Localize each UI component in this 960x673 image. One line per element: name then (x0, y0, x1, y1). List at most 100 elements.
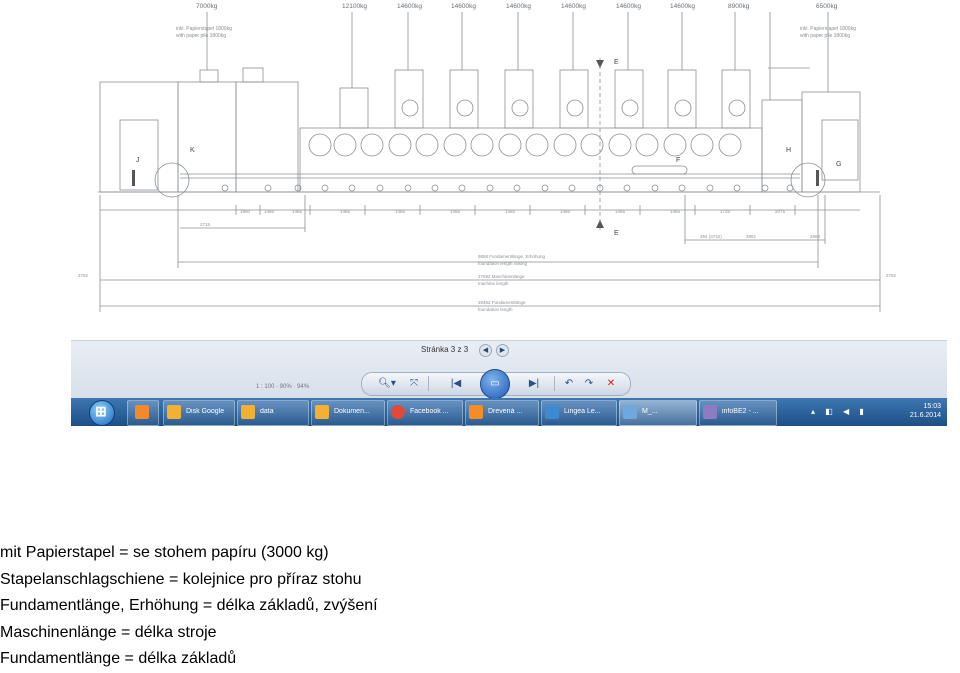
dim-left-end: 2762 (78, 273, 89, 278)
marker-f: F (676, 157, 680, 164)
toolbar-divider (428, 376, 429, 391)
glossary-line: Fundamentlänge = délka základů (0, 650, 237, 667)
taskbar-item-label: Lingea Le... (564, 408, 601, 415)
foundation-bolts (221, 184, 794, 192)
slideshow-icon: ▭ (490, 378, 500, 389)
tray-icons[interactable]: ▴ ◧ ◀︎ ▮ (811, 407, 868, 416)
image-viewer-icon (623, 405, 637, 419)
dim-segment: 1735 (720, 209, 731, 214)
feeder-unit (99, 81, 179, 193)
taskbar-item-label: Facebook ... (410, 408, 449, 415)
rotate-left-button[interactable]: ↶ (562, 376, 576, 391)
chrome-icon (391, 405, 405, 419)
taskbar-item[interactable]: Dokumen... (311, 400, 385, 426)
weight-label: 6500kg (816, 3, 838, 10)
folder-icon (315, 405, 329, 419)
right-note: inkl. Papierstapel 1800kg (800, 26, 856, 32)
app-icon (703, 405, 717, 419)
taskbar-item-active[interactable]: M_... (619, 400, 697, 426)
marker-j: J (136, 157, 140, 164)
zoom-status: 1 : 100 · 90% · 94% (256, 384, 310, 390)
slideshow-button[interactable]: ▭ (480, 369, 510, 399)
weight-label: 12100kg (342, 3, 367, 10)
weight-label: 14600kg (451, 3, 476, 10)
rotate-left-icon: ↶ (564, 378, 574, 389)
dim-segment: 1465 (670, 209, 681, 214)
document-viewer-toolbar: Stránka 3 z 3 ◀ ▶ 1 : 100 · 90% · 94% 🔍︎… (71, 340, 947, 399)
taskbar-item[interactable]: data (237, 400, 309, 426)
dim-segment: 1465 (560, 209, 571, 214)
media-player-icon (135, 405, 149, 419)
left-note: inkl. Papierstapel 1800kg (176, 26, 232, 32)
taskbar-item-label: Disk Google (186, 408, 225, 415)
weight-label: 8900kg (728, 3, 750, 10)
viewer-toolbar: 🔍︎▾ ⤧ |◀ ▭ ▶| ↶ ↷ ✕ (361, 369, 631, 399)
dim-machine-length-en: machine length (478, 281, 509, 286)
weight-label: 7000kg (196, 3, 218, 10)
dim-fundament-raising-en: foundation length raising (478, 261, 528, 266)
next-page-button[interactable]: ▶ (496, 344, 509, 357)
taskbar-item[interactable]: infoBE2 - ... (699, 400, 777, 426)
marker-e-top: E (614, 59, 619, 66)
chevron-right-icon: ▶ (499, 347, 506, 354)
next-button[interactable]: ▶| (520, 376, 548, 391)
marker-h: H (786, 147, 791, 154)
glossary-line: Maschinenlänge = délka stroje (0, 623, 217, 641)
glossary-line: Fundamentlänge, Erhöhung = délka základů… (0, 597, 378, 614)
delete-button[interactable]: ✕ (604, 376, 618, 391)
fit-icon: ⤧ (410, 378, 418, 389)
dim-fundament-raising: 9858 Fundamentlänge, Erhöhung (478, 254, 546, 259)
taskbar-item-label: infoBE2 - ... (722, 408, 759, 415)
taskbar-item-label: Dokumen... (334, 408, 370, 415)
folder-icon (241, 405, 255, 419)
folder-icon (167, 405, 181, 419)
office-icon (469, 405, 483, 419)
chevron-left-icon: ◀ (482, 347, 489, 354)
paper-pile (119, 119, 159, 191)
dim-right-group: 284 (3742) (700, 234, 722, 239)
rotate-right-icon: ↷ (584, 378, 594, 389)
printing-units-base (299, 127, 763, 193)
taskbar-item[interactable]: Lingea Le... (541, 400, 617, 426)
glossary-line: mit Papierstapel = se stohem papíru (300… (0, 544, 329, 561)
taskbar-item[interactable]: Facebook ... (387, 400, 463, 426)
dim-left-small: 2715 (200, 222, 211, 227)
dim-right-group: 2852 (746, 234, 757, 239)
taskbar-item[interactable]: Disk Google (163, 400, 235, 426)
dim-right-end: 2762 (886, 273, 897, 278)
taskbar-item-label: data (260, 408, 274, 415)
glossary-line: Stapelanschlagschiene = kolejnice pro př… (0, 570, 362, 588)
dim-segment: 1465 (395, 209, 406, 214)
windows-logo-icon: ⊞ (95, 403, 107, 419)
next-icon: ▶| (528, 378, 540, 389)
machine-foundation-drawing: 7000kg 12100kg 14600kg 14600kg 14600kg 1… (78, 3, 897, 312)
taskbar-item[interactable]: Drevená ... (465, 400, 539, 426)
dim-segment: 1465 (340, 209, 351, 214)
fit-page-button[interactable]: ⤧ (406, 376, 422, 391)
dictionary-icon (545, 405, 559, 419)
dim-segment: 1465 (505, 209, 516, 214)
clock-time: 15:03 (923, 403, 941, 410)
clock[interactable]: 15:03 21.6.2014 (910, 402, 941, 420)
previous-button[interactable]: |◀ (442, 376, 470, 391)
right-note: with paper pile 1800kg (800, 33, 850, 39)
previous-icon: |◀ (450, 378, 462, 389)
zoom-button[interactable]: 🔍︎▾ (376, 376, 398, 391)
weight-label: 14600kg (670, 3, 695, 10)
weight-label: 14600kg (561, 3, 586, 10)
windows-taskbar: ⊞ Disk Google data Dokumen... Facebook .… (71, 398, 947, 426)
weight-label: 14600kg (397, 3, 422, 10)
magnifier-icon: 🔍︎▾ (378, 378, 396, 389)
rotate-right-button[interactable]: ↷ (582, 376, 596, 391)
weight-label: 14600kg (506, 3, 531, 10)
system-tray: ▴ ◧ ◀︎ ▮ 15:03 21.6.2014 (793, 402, 943, 422)
clock-date: 21.6.2014 (909, 412, 941, 419)
marker-e-bottom: E (614, 230, 619, 237)
taskbar-item-label: M_... (642, 408, 658, 415)
start-button[interactable]: ⊞ (89, 400, 115, 426)
toolbar-divider (554, 376, 555, 391)
dim-segment: 2075 (775, 209, 786, 214)
prev-page-button[interactable]: ◀ (479, 344, 492, 357)
dim-segment: 1465 (615, 209, 626, 214)
taskbar-media-player[interactable] (127, 400, 159, 426)
